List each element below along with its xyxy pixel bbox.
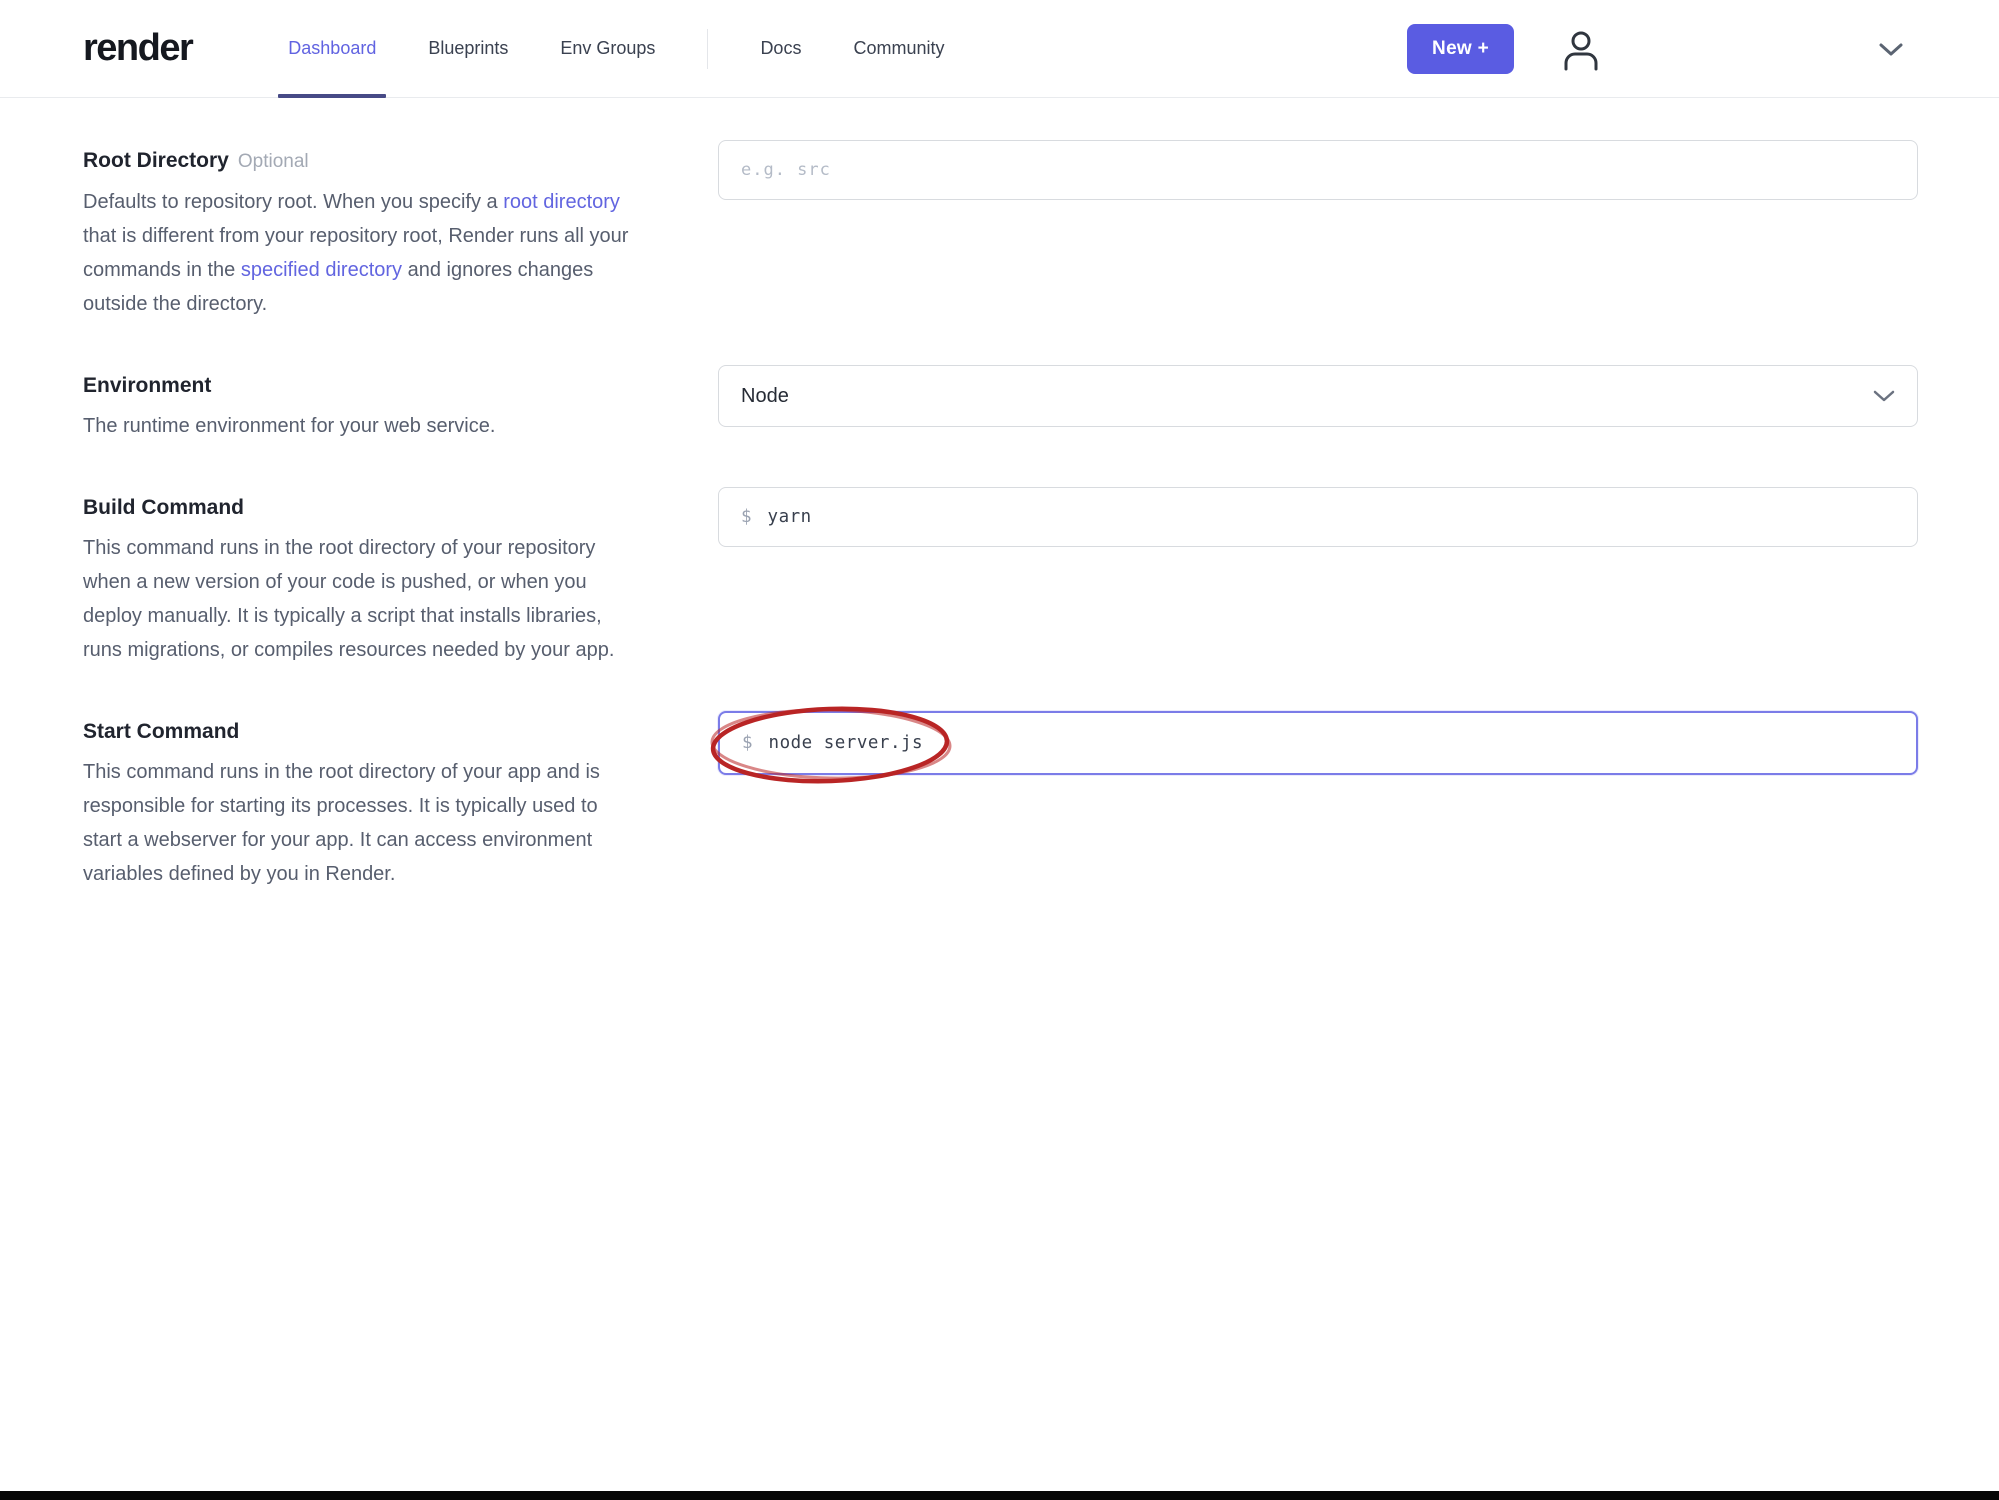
build-command-label-col: Build Command This command runs in the r… <box>83 487 718 667</box>
nav-tab-community[interactable]: Community <box>827 0 970 97</box>
main-nav: Dashboard Blueprints Env Groups Docs Com… <box>262 0 970 98</box>
header: render Dashboard Blueprints Env Groups D… <box>0 0 1999 98</box>
start-command-label: Start Command <box>83 720 240 743</box>
form-section-build-command: Build Command This command runs in the r… <box>83 487 1999 667</box>
render-logo[interactable]: render <box>83 27 194 70</box>
page: render Dashboard Blueprints Env Groups D… <box>0 0 1999 1500</box>
command-prompt: $ <box>742 733 753 753</box>
build-command-description: This command runs in the root directory … <box>83 537 615 661</box>
chevron-down-icon <box>1878 41 1904 57</box>
form-section-root-directory: Root Directory Optional Defaults to repos… <box>83 140 1999 321</box>
nav-tab-blueprints[interactable]: Blueprints <box>402 0 534 97</box>
service-settings-form: Root Directory Optional Defaults to repos… <box>0 98 1999 891</box>
screenshot-bottom-border <box>0 1491 1999 1500</box>
start-command-value: node server.js <box>768 733 924 753</box>
root-directory-description: Defaults to repository root. When you sp… <box>83 185 640 321</box>
nav-tab-blueprints-label: Blueprints <box>428 38 509 58</box>
start-command-label-col: Start Command This command runs in the r… <box>83 711 718 891</box>
account-dropdown[interactable] <box>1876 34 1906 64</box>
environment-select[interactable]: Node <box>718 365 1918 427</box>
build-command-field-col: $ yarn <box>718 487 1918 667</box>
root-directory-label-col: Root Directory Optional Defaults to repos… <box>83 140 718 321</box>
root-directory-title: Root Directory <box>83 149 229 172</box>
specified-directory-link[interactable]: specified directory <box>241 259 402 281</box>
desc-text: Defaults to repository root. When you sp… <box>83 191 504 213</box>
environment-description: The runtime environment for your web ser… <box>83 415 496 437</box>
root-directory-input[interactable] <box>718 140 1918 200</box>
nav-tab-docs-label: Docs <box>760 38 802 58</box>
environment-label-col: Environment The runtime environment for … <box>83 365 718 443</box>
optional-badge: Optional <box>237 151 309 172</box>
form-section-start-command: Start Command This command runs in the r… <box>83 706 1999 891</box>
nav-tab-dashboard[interactable]: Dashboard <box>262 0 402 98</box>
nav-tab-env-groups[interactable]: Env Groups <box>534 0 681 97</box>
build-command-label: Build Command <box>83 496 244 519</box>
nav-divider <box>707 28 709 69</box>
root-directory-field-col <box>718 140 1918 321</box>
nav-tab-community-label: Community <box>853 38 945 58</box>
nav-tab-dashboard-label: Dashboard <box>288 38 377 58</box>
user-icon <box>1560 27 1602 71</box>
environment-label: Environment <box>83 374 212 397</box>
build-command-value: yarn <box>767 507 812 527</box>
start-command-field-col: $ node server.js <box>710 706 1918 891</box>
start-command-description: This command runs in the root directory … <box>83 761 600 885</box>
root-directory-link[interactable]: root directory <box>503 191 620 213</box>
nav-tab-docs[interactable]: Docs <box>734 0 827 97</box>
form-section-environment: Environment The runtime environment for … <box>83 365 1999 443</box>
user-menu-button[interactable] <box>1558 26 1604 72</box>
nav-tab-env-groups-label: Env Groups <box>560 38 656 58</box>
chevron-down-icon <box>1873 389 1895 403</box>
root-directory-label: Root Directory Optional <box>83 146 640 177</box>
environment-field-col: Node <box>718 365 1918 443</box>
new-button[interactable]: New + <box>1407 23 1514 74</box>
start-command-input[interactable]: $ node server.js <box>718 711 1918 775</box>
build-command-input[interactable]: $ yarn <box>718 487 1918 547</box>
environment-select-value: Node <box>741 384 789 407</box>
header-right: New + <box>1407 23 1906 74</box>
command-prompt: $ <box>741 507 752 527</box>
